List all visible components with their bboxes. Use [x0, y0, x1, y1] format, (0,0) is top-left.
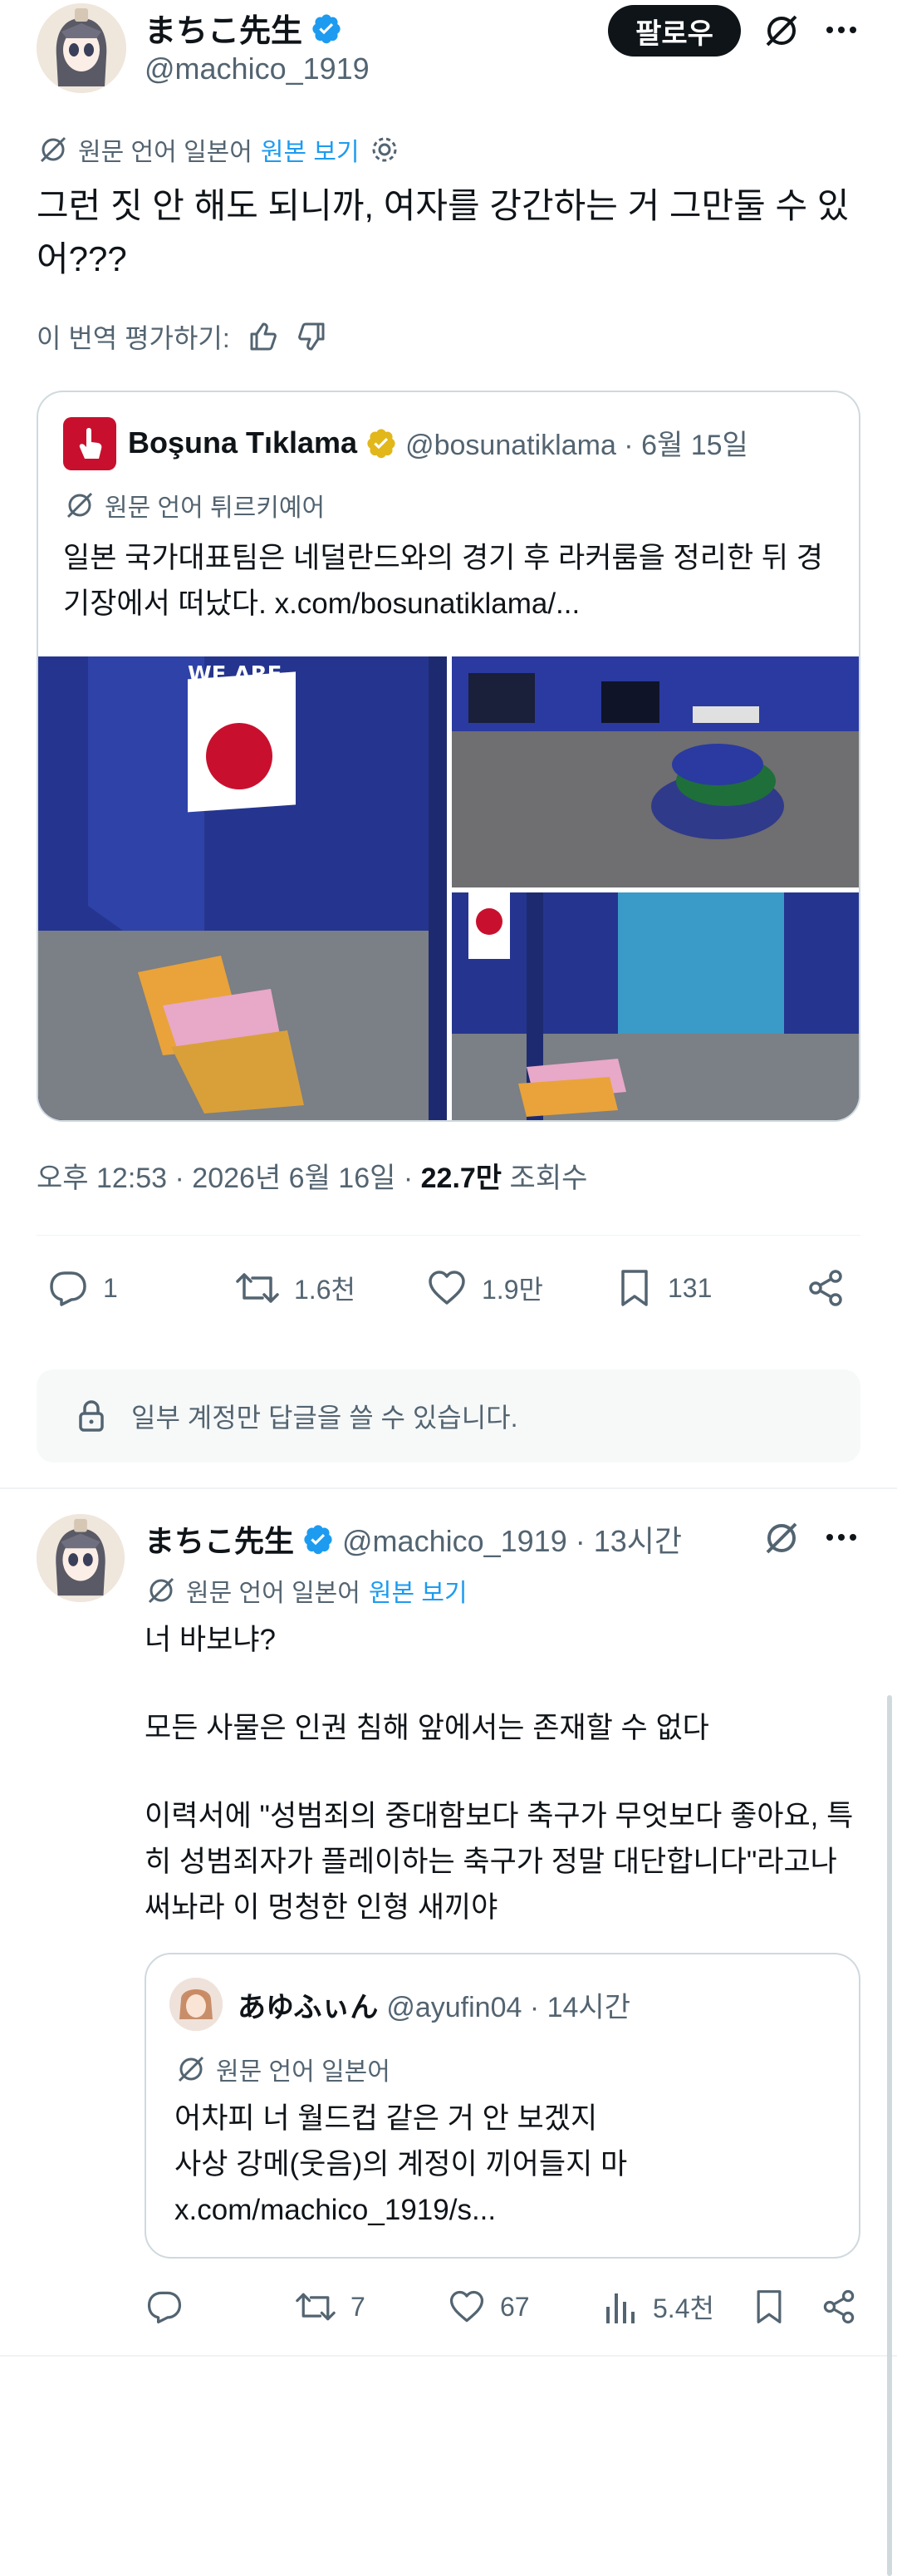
author-name[interactable]: まちこ先生 [145, 5, 302, 51]
quoted-translation-label: 원문 언어 튀르키예어 [105, 494, 326, 522]
reply-author-name[interactable]: まちこ先生 [145, 1517, 294, 1561]
pointer-hand-icon [79, 428, 102, 459]
quoted-tweet-card[interactable]: Boşuna Tıklama @bosunatiklama · 6월 15일 원… [37, 391, 860, 1122]
views-count: 22.7만 [420, 1163, 502, 1194]
bookmark-icon [757, 2290, 782, 2323]
translation-note-label: 원문 언어 일본어 [78, 139, 252, 166]
reply-line-3: 이력서에 "성범죄의 중대함보다 축구가 무엇보다 좋아요, 특히 성범죄자가 … [145, 1800, 854, 1924]
verified-gold-icon [367, 428, 395, 458]
reply-repost-count: 7 [350, 2291, 365, 2322]
share-button[interactable] [804, 1266, 847, 1314]
reply-quoted-text-2: 사상 강메(웃음)의 계정이 끼어들지 마 [174, 2148, 628, 2180]
reply-quoted-translation-label: 원문 언어 일본어 [216, 2058, 390, 2086]
reply-restriction-text: 일부 계정만 답글을 쓸 수 있습니다. [131, 1403, 518, 1433]
reply-quoted-card[interactable]: あゆふぃん @ayufin04 · 14시간 원문 언어 일본어 어차피 너 월… [145, 1953, 860, 2259]
quoted-avatar[interactable] [63, 417, 116, 470]
more-options-icon[interactable] [821, 1521, 862, 1554]
quoted-text: 일본 국가대표팀은 네덜란드와의 경기 후 라커룸을 정리한 뒤 경기장에서 떠… [63, 542, 823, 620]
grok-icon[interactable] [761, 10, 802, 52]
rate-translation: 이 번역 평가하기: [37, 317, 330, 356]
analytics-icon [606, 2293, 635, 2323]
reply-repost-button[interactable]: 7 [294, 2287, 365, 2327]
thumbs-up-icon[interactable] [245, 319, 280, 354]
photo-banner-text: WE ARE [188, 662, 282, 687]
tweet-text: 그런 짓 안 해도 되니까, 여자를 강간하는 거 그만둘 수 있어??? [37, 186, 850, 278]
like-count: 1.9만 [482, 1275, 543, 1305]
quoted-photo-2[interactable] [452, 656, 859, 887]
reply-count: 1 [103, 1272, 118, 1303]
reply-icon [147, 2291, 182, 2324]
bookmark-count: 131 [668, 1272, 713, 1303]
reply-share-button[interactable] [819, 2287, 859, 2331]
scrollbar[interactable] [887, 1695, 892, 2576]
author-handle[interactable]: @machico_1919 [145, 52, 370, 86]
divider [37, 1235, 860, 1236]
lock-icon [79, 1400, 104, 1432]
translation-note: 원문 언어 일본어 원본 보기 [37, 131, 401, 168]
reply-like-button[interactable]: 67 [447, 2287, 530, 2327]
reply-translation-note: 원문 언어 일본어 원본 보기 [145, 1572, 468, 1609]
bookmark-button[interactable]: 131 [615, 1266, 712, 1310]
reply-translation-label: 원문 언어 일본어 [186, 1580, 360, 1607]
quoted-header: Boşuna Tıklama @bosunatiklama · 6월 15일 [128, 422, 748, 463]
thumbs-down-icon[interactable] [295, 319, 330, 354]
reply-quoted-header: あゆふぃん @ayufin04 · 14시간 [238, 1984, 630, 2025]
share-icon [809, 1270, 842, 1306]
reply-views-button[interactable]: 5.4천 [603, 2287, 714, 2327]
divider [0, 1487, 897, 1489]
author-name-row[interactable]: まちこ先生 [145, 5, 342, 51]
verified-badge-icon [312, 13, 341, 43]
share-icon [823, 2289, 855, 2324]
reply-bookmark-button[interactable] [751, 2287, 787, 2331]
show-original-link[interactable]: 원본 보기 [261, 131, 360, 168]
bookmark-icon [621, 1270, 648, 1306]
heart-icon [429, 1271, 465, 1305]
translate-icon [40, 136, 66, 163]
tweet-timestamp-row: 오후 12:53 · 2026년 6월 16일 · 22.7만 조회수 [37, 1155, 587, 1196]
reply-line-1: 너 바보냐? [145, 1624, 276, 1656]
reply-header: まちこ先生 @machico_1919 · 13시간 [145, 1517, 682, 1561]
verified-badge-icon [304, 1525, 332, 1555]
reply-quoted-translation-note: 원문 언어 일본어 [174, 2051, 390, 2087]
reply-quoted-avatar[interactable] [169, 1978, 223, 2031]
divider [0, 2355, 897, 2357]
reply-line-2: 모든 사물은 인권 침해 앞에서는 존재할 수 없다 [145, 1712, 709, 1744]
reply-button[interactable]: 1 [47, 1266, 118, 1310]
repost-button[interactable]: 1.6천 [234, 1266, 355, 1310]
views-label: 조회수 [502, 1163, 588, 1194]
translate-icon [148, 1577, 174, 1604]
reply-reply-button[interactable] [145, 2287, 198, 2327]
reply-quoted-meta: @ayufin04 · 14시간 [386, 1992, 630, 2023]
quoted-translation-note: 원문 언어 튀르키예어 [63, 487, 325, 524]
follow-button[interactable]: 팔로우 [608, 5, 741, 57]
heart-icon [449, 2290, 484, 2323]
rate-translation-label: 이 번역 평가하기: [37, 323, 230, 353]
gear-icon[interactable] [368, 133, 401, 166]
translate-icon [178, 2056, 204, 2082]
quoted-meta: @bosunatiklama · 6월 15일 [405, 430, 748, 461]
like-button[interactable]: 1.9만 [425, 1266, 543, 1310]
more-options-icon[interactable] [821, 13, 862, 47]
reply-show-original-link[interactable]: 원본 보기 [369, 1572, 468, 1609]
translate-icon [66, 492, 93, 519]
reply-restriction-banner: 일부 계정만 답글을 쓸 수 있습니다. [37, 1369, 860, 1463]
quoted-photo-3[interactable] [452, 892, 859, 1120]
repost-icon [296, 2293, 336, 2321]
reply-quoted-text-1: 어차피 너 월드컵 같은 거 안 보겠지 [174, 2102, 598, 2135]
grok-icon[interactable] [761, 1517, 802, 1559]
author-avatar[interactable] [37, 3, 126, 93]
quoted-photo-1[interactable]: WE ARE [38, 656, 447, 1120]
reply-quoted-name[interactable]: あゆふぃん [238, 1984, 378, 2025]
quoted-author-name[interactable]: Boşuna Tıklama [128, 425, 357, 460]
reply-quoted-link[interactable]: x.com/machico_1919/s... [174, 2187, 496, 2233]
repost-icon [236, 1273, 279, 1303]
reply-like-count: 67 [500, 2291, 530, 2322]
reply-meta: @machico_1919 · 13시간 [342, 1524, 682, 1558]
reply-icon [50, 1271, 86, 1306]
repost-count: 1.6천 [294, 1275, 355, 1305]
reply-views-count: 5.4천 [653, 2293, 714, 2323]
reply-author-avatar[interactable] [37, 1514, 125, 1602]
tweet-timestamp[interactable]: 오후 12:53 · 2026년 6월 16일 · [37, 1163, 421, 1194]
